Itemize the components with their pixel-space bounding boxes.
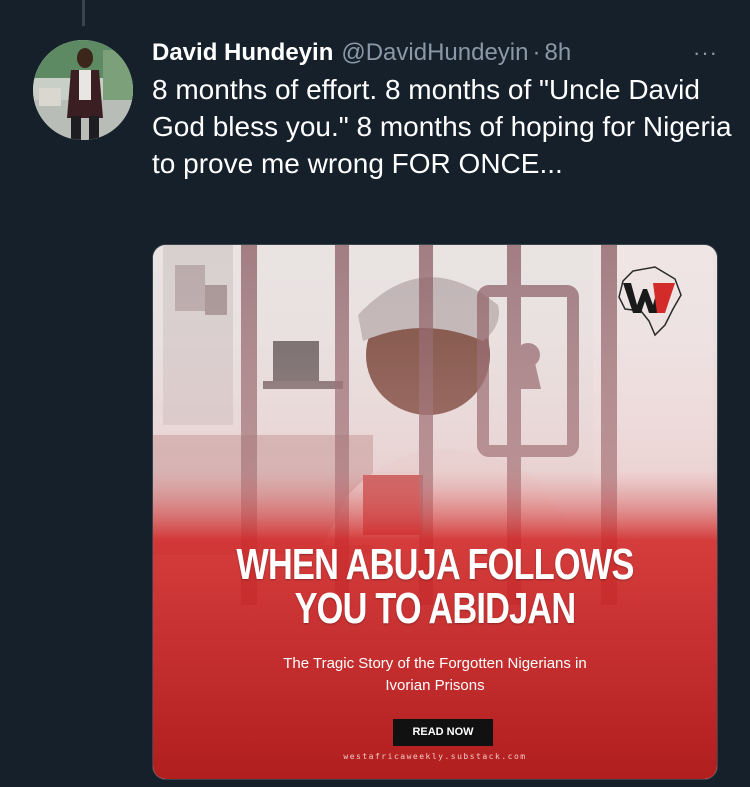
tweet-content: David Hundeyin @DavidHundeyin · 8h ··· 8… — [152, 38, 732, 182]
tweet-media-image[interactable]: WHEN ABUJA FOLLOWS YOU TO ABIDJAN The Tr… — [152, 244, 718, 780]
thread-connector-line — [82, 0, 85, 26]
author-name[interactable]: David Hundeyin — [152, 38, 333, 68]
author-handle[interactable]: @DavidHundeyin — [341, 38, 528, 68]
media-subtitle-line2: Ivorian Prisons — [385, 677, 485, 694]
media-headline-line1: WHEN ABUJA FOLLOWS — [236, 540, 634, 589]
media-url: westafricaweekly.substack.com — [343, 752, 527, 761]
tweet-page: David Hundeyin @DavidHundeyin · 8h ··· 8… — [0, 0, 750, 787]
tweet-text: 8 months of effort. 8 months of "Uncle D… — [152, 74, 732, 179]
more-options-icon[interactable]: ··· — [693, 40, 718, 66]
tweet-header: David Hundeyin @DavidHundeyin · 8h — [152, 38, 732, 68]
tweet-timestamp[interactable]: 8h — [544, 38, 571, 68]
media-headline-line2: YOU TO ABIDJAN — [294, 584, 577, 633]
separator-dot: · — [532, 39, 541, 66]
avatar-image — [33, 40, 133, 140]
media-subtitle-line1: The Tragic Story of the Forgotten Nigeri… — [283, 655, 587, 672]
avatar[interactable] — [33, 40, 133, 140]
read-now-button[interactable]: READ NOW — [393, 719, 493, 746]
west-africa-weekly-logo — [618, 266, 682, 337]
